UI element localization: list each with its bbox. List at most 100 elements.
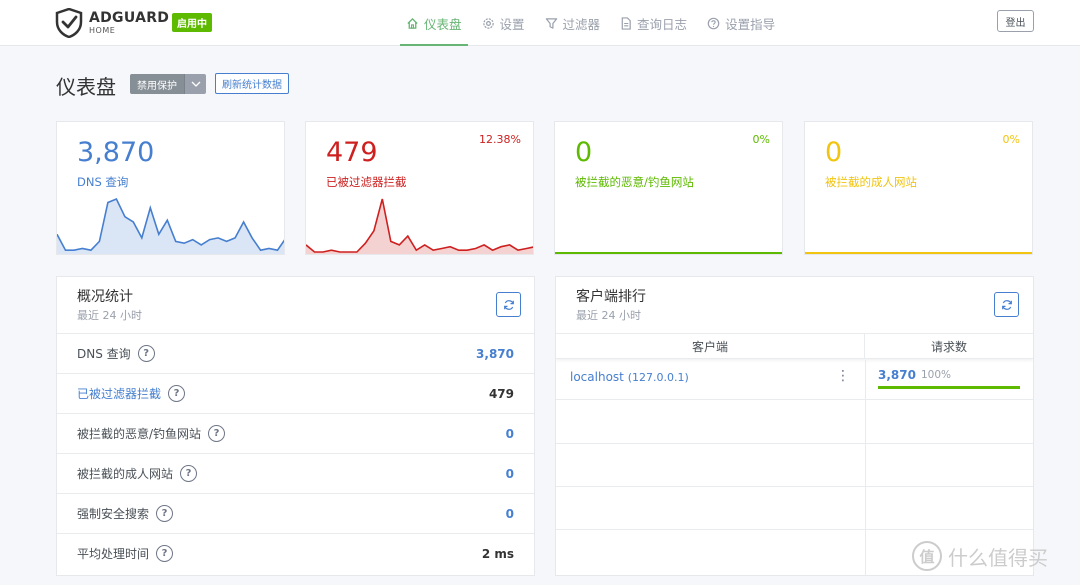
overview-row-blocked-malware: 被拦截的恶意/钓鱼网站? 0 [57,413,534,453]
panel-title: 客户端排行 [576,289,646,305]
filter-icon [545,17,557,29]
nav-query-log-label: 查询日志 [637,16,688,32]
main-nav: 仪表盘 设置 过滤器 查询日志 设置指导 [396,0,785,46]
row-value[interactable]: 0 [506,427,514,441]
gear-icon [482,17,494,29]
home-icon [407,17,418,29]
row-label[interactable]: 已被过滤器拦截? [77,385,186,402]
column-header-requests[interactable]: 请求数 [865,334,1033,358]
stat-card-blocked-adult: 0 被拦截的成人网站 0% [804,121,1033,255]
sparkline-blocked-by-filters [306,198,533,254]
row-value[interactable]: 0 [506,467,514,481]
nav-setup-guide[interactable]: 设置指导 [697,0,785,46]
question-icon[interactable]: ? [156,545,174,562]
client-ip: (127.0.0.1) [627,371,689,384]
client-name[interactable]: localhost (127.0.0.1) [570,370,689,384]
row-label-text: 被拦截的恶意/钓鱼网站 [77,427,202,441]
sparkline-area [57,199,284,254]
page-title: 仪表盘 [56,75,116,99]
nav-dashboard-label: 仪表盘 [424,16,462,32]
nav-query-log[interactable]: 查询日志 [610,0,697,46]
column-header-client[interactable]: 客户端 [556,334,865,358]
question-icon[interactable]: ? [168,385,186,402]
overview-row-safe-search: 强制安全搜索? 0 [57,493,534,533]
nav-setup-guide-label: 设置指导 [725,16,776,32]
question-icon[interactable]: ? [137,345,155,362]
help-circle-icon [707,17,720,29]
overview-refresh-button[interactable] [496,292,521,317]
table-row-empty [556,444,1033,487]
panel-subtitle: 最近 24 小时 [576,309,641,322]
clients-table-header: 客户端 请求数 [556,333,1033,359]
row-label: 被拦截的成人网站? [77,465,198,482]
row-value[interactable]: 0 [506,507,514,521]
row-label-text: 强制安全搜索 [77,507,150,521]
clients-refresh-button[interactable] [994,292,1019,317]
stat-label: 已被过滤器拦截 [326,175,407,189]
stat-card-blocked-malware: 0 被拦截的恶意/钓鱼网站 0% [554,121,783,255]
document-icon [621,16,631,30]
stat-card-blocked-by-filters: 479 已被过滤器拦截 12.38% [305,121,534,255]
status-badge: 启用中 [172,13,212,32]
row-label: 平均处理时间? [77,545,174,562]
row-label-text: 已被过滤器拦截 [77,387,162,401]
nav-settings-label: 设置 [499,16,525,32]
stat-value: 479 [326,137,378,168]
stat-label: 被拦截的成人网站 [825,175,917,189]
row-label-text: DNS 查询 [77,347,131,361]
request-progress-bar [878,386,1020,389]
sparkline-area [306,199,533,254]
row-label-text: 平均处理时间 [77,547,150,561]
logout-button[interactable]: 登出 [997,10,1034,32]
row-label: 被拦截的恶意/钓鱼网站? [77,425,226,442]
top-clients-panel: 客户端排行 最近 24 小时 客户端 请求数 localhost (127.0.… [555,276,1034,576]
sparkline-blocked-malware [555,252,782,254]
stat-value: 0 [575,137,593,168]
row-value: 2 ms [481,546,514,561]
refresh-icon [1001,299,1012,310]
panel-title: 概况统计 [77,289,133,305]
row-value[interactable]: 3,870 [476,347,514,361]
row-label: 强制安全搜索? [77,505,174,522]
adguard-logo[interactable]: ADGUARD HOME [55,8,169,38]
shield-check-icon [55,8,83,38]
brand-name: ADGUARD [89,10,170,26]
request-count: 3,870 [878,368,916,382]
sparkline-blocked-adult [805,252,1032,254]
refresh-icon [503,299,514,310]
overview-row-avg-processing-time: 平均处理时间? 2 ms [57,533,534,573]
sparkline-line [306,198,533,253]
more-options-icon[interactable]: ⋮ [836,369,850,383]
table-row: localhost (127.0.0.1) ⋮ 3,870 100% [556,360,1033,400]
disable-protection-button[interactable]: 禁用保护 [130,74,184,94]
request-percent: 100% [921,369,952,381]
question-icon[interactable]: ? [180,465,198,482]
disable-protection-dropdown-toggle[interactable] [184,74,206,94]
sparkline-dns-queries [57,197,284,254]
refresh-stats-button[interactable]: 刷新统计数据 [215,73,289,94]
question-icon[interactable]: ? [156,505,174,522]
table-row-empty [556,487,1033,530]
stat-label: 被拦截的恶意/钓鱼网站 [575,175,694,189]
overview-row-blocked-adult: 被拦截的成人网站? 0 [57,453,534,493]
question-icon[interactable]: ? [208,425,226,442]
stat-label: DNS 查询 [77,175,129,189]
overview-row-dns-queries: DNS 查询? 3,870 [57,333,534,373]
row-value[interactable]: 479 [489,387,514,401]
watermark-text: 什么值得买 [948,545,1048,570]
top-header: ADGUARD HOME 启用中 仪表盘 设置 过滤器 查询日志 设置指导 登出 [0,0,1080,46]
nav-settings[interactable]: 设置 [472,0,535,46]
nav-filters[interactable]: 过滤器 [535,0,611,46]
nav-filters-label: 过滤器 [562,16,601,32]
watermark-logo: 值 [912,541,942,571]
brand-subtitle: HOME [89,26,116,35]
disable-protection-button-group: 禁用保护 [130,74,206,94]
nav-dashboard[interactable]: 仪表盘 [396,0,472,46]
client-host: localhost [570,370,624,384]
overview-row-blocked-by-filters: 已被过滤器拦截? 479 [57,373,534,413]
stat-value: 0 [825,137,843,168]
panel-subtitle: 最近 24 小时 [77,309,142,322]
row-label-text: 被拦截的成人网站 [77,467,174,481]
stat-percent: 0% [1002,133,1020,146]
table-row-empty [556,400,1033,444]
